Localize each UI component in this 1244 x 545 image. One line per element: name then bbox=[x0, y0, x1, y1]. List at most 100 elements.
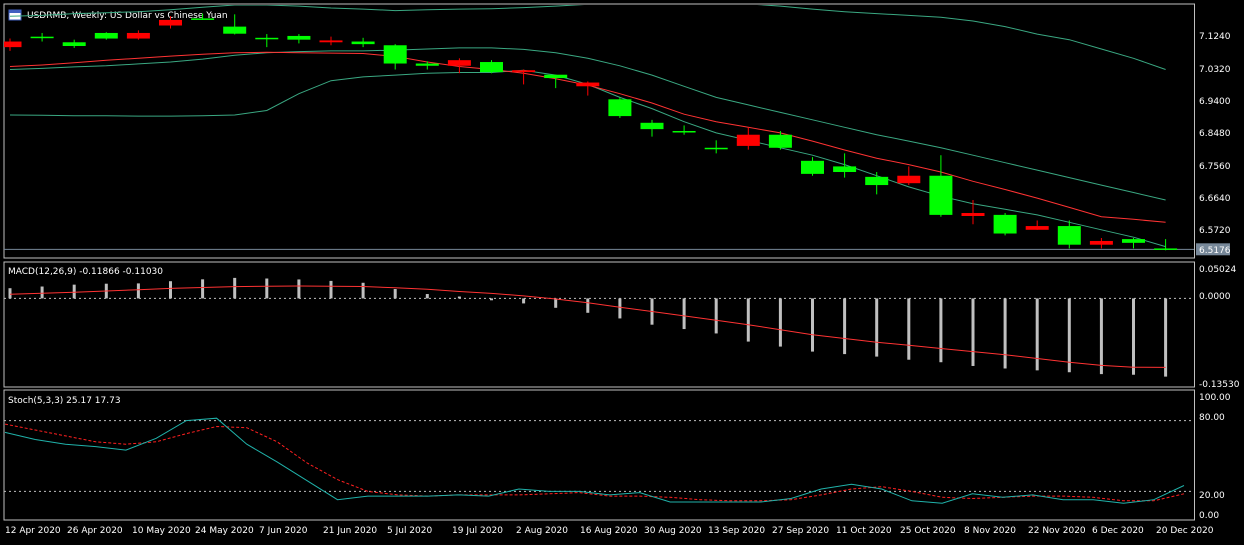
candle-body bbox=[415, 63, 439, 66]
macd-histogram-bar bbox=[1164, 298, 1168, 377]
price-tick-label: 6.7560 bbox=[1199, 162, 1231, 172]
candle-body bbox=[961, 213, 985, 216]
candle-body bbox=[319, 40, 343, 43]
bollinger-lower-line bbox=[9, 69, 1166, 248]
macd-signal-line bbox=[9, 285, 1166, 368]
date-tick-label: 19 Jul 2020 bbox=[452, 526, 503, 536]
candle-body bbox=[672, 131, 696, 133]
candle-body bbox=[94, 32, 118, 39]
stoch-signal-line bbox=[4, 423, 1185, 502]
candle-body bbox=[512, 70, 536, 73]
date-tick-label: 30 Aug 2020 bbox=[644, 526, 702, 536]
candle-body bbox=[833, 166, 857, 173]
date-tick-label: 26 Apr 2020 bbox=[67, 526, 123, 536]
candle-body bbox=[736, 134, 760, 146]
stoch-tick-label: 80.00 bbox=[1199, 413, 1225, 423]
date-tick-label: 11 Oct 2020 bbox=[836, 526, 892, 536]
macd-tick-label: -0.13530 bbox=[1199, 380, 1240, 390]
stoch-tick-label: 0.00 bbox=[1199, 511, 1219, 521]
macd-histogram-bar bbox=[554, 298, 558, 308]
candle-body bbox=[1122, 239, 1145, 243]
date-tick-label: 25 Oct 2020 bbox=[900, 526, 956, 536]
stoch-axis: 100.00 80.00 20.00 0.00 bbox=[1199, 393, 1231, 521]
date-tick-label: 20 Dec 2020 bbox=[1156, 526, 1214, 536]
macd-axis: 0.05024 0.0000 -0.13530 bbox=[1199, 265, 1240, 390]
candle-body bbox=[255, 37, 279, 40]
candle-body bbox=[993, 214, 1017, 234]
stoch-panel-header: Stoch(5,3,3) 25.17 17.73 bbox=[8, 396, 121, 406]
date-tick-label: 12 Apr 2020 bbox=[5, 526, 61, 536]
macd-histogram-bar bbox=[875, 298, 879, 357]
time-axis: 12 Apr 2020 26 Apr 2020 10 May 2020 24 M… bbox=[5, 526, 1214, 536]
candle-body bbox=[62, 42, 86, 47]
symbol-icon bbox=[8, 9, 22, 21]
candle-body bbox=[383, 45, 407, 64]
macd-histogram-bar bbox=[618, 298, 622, 319]
stoch-tick-label: 20.00 bbox=[1199, 491, 1225, 501]
macd-histogram-bar bbox=[971, 298, 975, 366]
date-tick-label: 7 Jun 2020 bbox=[259, 526, 308, 536]
date-tick-label: 10 May 2020 bbox=[132, 526, 191, 536]
date-tick-label: 8 Nov 2020 bbox=[964, 526, 1016, 536]
price-tick-label: 6.5720 bbox=[1199, 226, 1231, 236]
date-tick-label: 6 Dec 2020 bbox=[1092, 526, 1144, 536]
date-tick-label: 13 Sep 2020 bbox=[708, 526, 765, 536]
bollinger-middle-line bbox=[9, 47, 1166, 201]
macd-histogram-bar bbox=[682, 298, 686, 330]
macd-histogram-bar bbox=[843, 298, 847, 355]
candle-body bbox=[897, 175, 921, 184]
macd-histogram-bar bbox=[1035, 298, 1039, 371]
candle-body bbox=[801, 160, 824, 174]
macd-histogram-bar bbox=[425, 294, 429, 299]
price-axis: 7.1240 7.0320 6.9400 6.8480 6.7560 6.664… bbox=[1199, 32, 1231, 236]
candle-body bbox=[640, 122, 664, 130]
date-tick-label: 27 Sep 2020 bbox=[772, 526, 829, 536]
macd-histogram-bar bbox=[201, 279, 205, 299]
candle-body bbox=[608, 99, 632, 117]
price-plot bbox=[4, 5, 1194, 251]
macd-histogram-bar bbox=[457, 296, 461, 299]
date-tick-label: 5 Jul 2020 bbox=[387, 526, 432, 536]
price-tick-label: 6.6640 bbox=[1199, 194, 1231, 204]
macd-panel-header: MACD(12,26,9) -0.11866 -0.11030 bbox=[8, 267, 163, 277]
macd-histogram-bar bbox=[490, 298, 493, 301]
date-tick-label: 2 Aug 2020 bbox=[516, 526, 568, 536]
macd-tick-label: 0.05024 bbox=[1199, 265, 1236, 275]
candle-body bbox=[576, 82, 600, 87]
macd-tick-label: 0.0000 bbox=[1199, 292, 1231, 302]
macd-histogram-bar bbox=[907, 298, 911, 360]
candle-body bbox=[544, 74, 568, 79]
current-price-tag: 6.5176 bbox=[1196, 243, 1231, 256]
price-tick-label: 7.1240 bbox=[1199, 32, 1231, 42]
candle-body bbox=[1089, 240, 1113, 245]
macd-histogram-bar bbox=[522, 298, 526, 304]
candle-body bbox=[159, 19, 182, 26]
candle-body bbox=[1057, 226, 1081, 245]
macd-histogram-bar bbox=[329, 280, 333, 299]
moving-average-line bbox=[9, 51, 1166, 223]
date-tick-label: 24 May 2020 bbox=[195, 526, 254, 536]
candle-body bbox=[287, 35, 311, 40]
macd-histogram-bar bbox=[40, 286, 44, 299]
macd-histogram-bar bbox=[297, 279, 301, 299]
date-tick-label: 21 Jun 2020 bbox=[323, 526, 377, 536]
macd-histogram-bar bbox=[1132, 298, 1135, 375]
stoch-panel-frame bbox=[3, 389, 1195, 521]
macd-histogram-bar bbox=[746, 298, 750, 342]
candle-body bbox=[704, 147, 728, 150]
stoch-tick-label: 100.00 bbox=[1199, 393, 1231, 403]
chart-canvas[interactable]: USDRMB, Weekly: US Dollar vs Chinese Yua… bbox=[0, 0, 1244, 545]
macd-histogram-bar bbox=[136, 283, 140, 299]
stoch-main-line bbox=[4, 417, 1185, 504]
price-tick-label: 6.8480 bbox=[1199, 129, 1231, 139]
candle-body bbox=[1025, 226, 1049, 230]
macd-histogram-bar bbox=[265, 278, 269, 299]
candle-body bbox=[480, 62, 503, 73]
macd-histogram-bar bbox=[1099, 298, 1103, 375]
macd-histogram-bar bbox=[169, 281, 172, 299]
date-tick-label: 16 Aug 2020 bbox=[580, 526, 638, 536]
macd-histogram-bar bbox=[811, 298, 814, 352]
candle-body bbox=[30, 36, 54, 39]
macd-panel-frame bbox=[3, 261, 1195, 388]
macd-histogram-bar bbox=[586, 298, 590, 313]
